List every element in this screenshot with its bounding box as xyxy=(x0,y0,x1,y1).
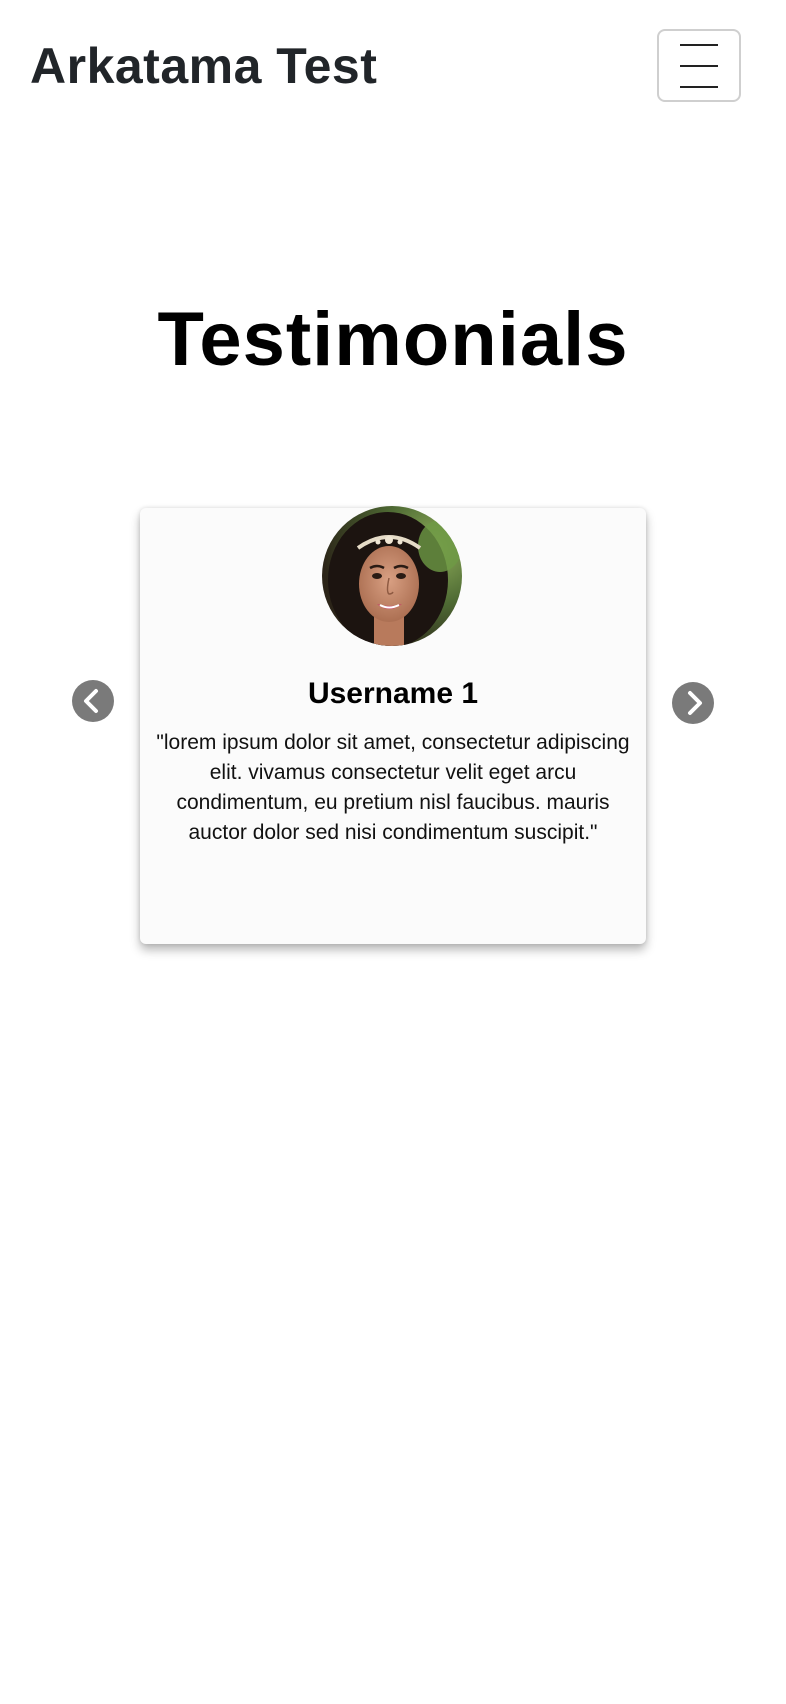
testimonial-username: Username 1 xyxy=(307,677,479,710)
hamburger-menu-button[interactable] xyxy=(657,29,741,102)
testimonial-quote: "lorem ipsum dolor sit amet, consectetur… xyxy=(156,731,630,844)
chevron-left-icon xyxy=(84,689,98,713)
carousel-prev-button[interactable] xyxy=(72,680,114,722)
carousel-next-button[interactable] xyxy=(672,682,714,724)
brand-logo-text[interactable]: Arkatama Test xyxy=(30,36,377,96)
chevron-right-icon xyxy=(688,691,702,715)
avatar xyxy=(322,506,462,646)
navbar: Arkatama Test xyxy=(0,0,786,134)
section-title: Testimonials xyxy=(157,297,629,382)
